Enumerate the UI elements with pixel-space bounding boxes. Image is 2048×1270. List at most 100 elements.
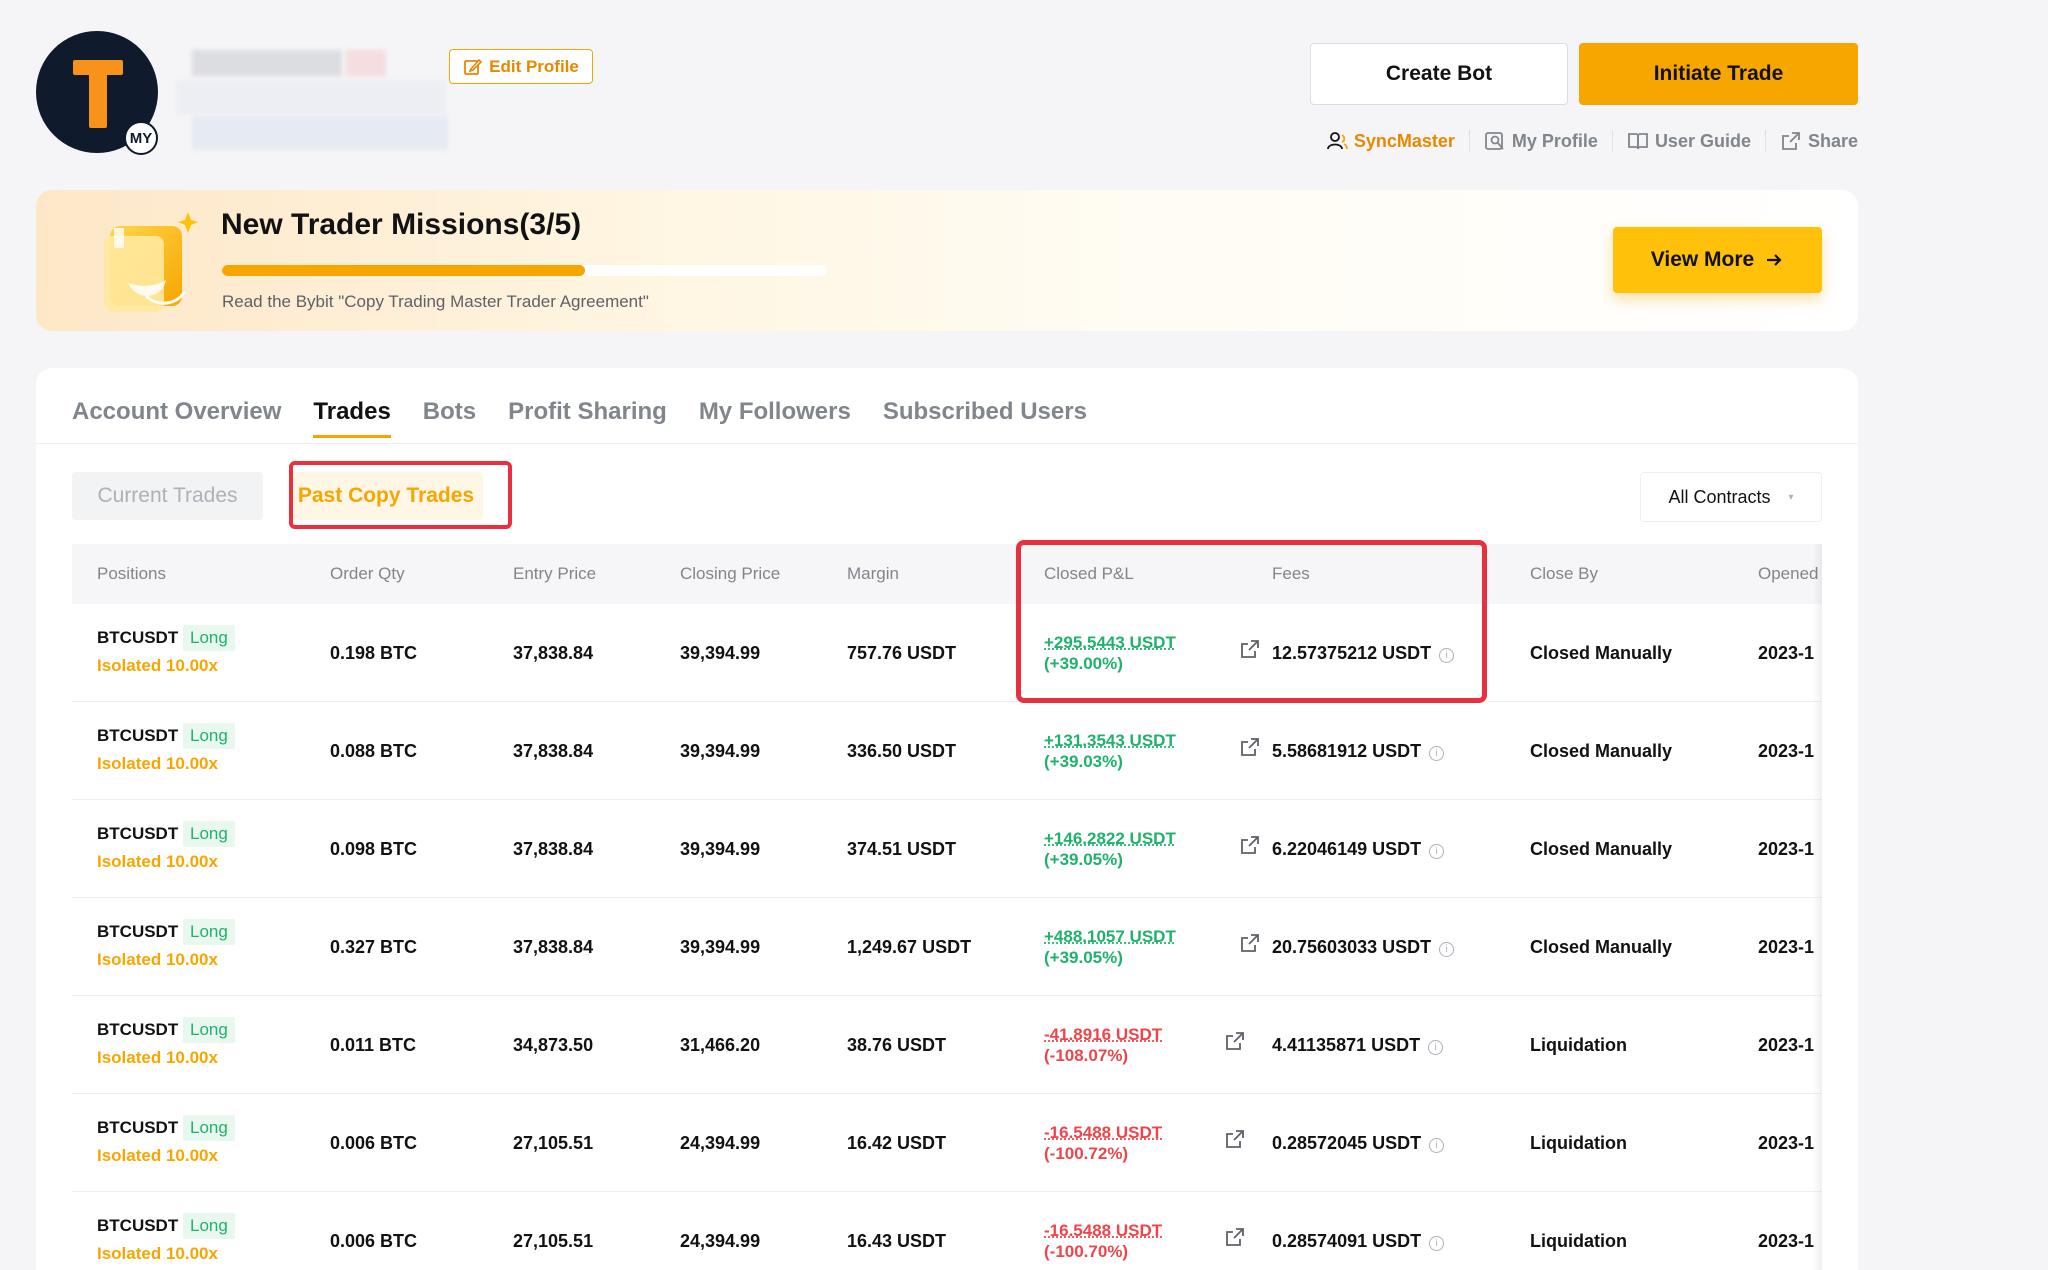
edit-profile-button[interactable]: Edit Profile <box>449 49 593 84</box>
position-side-badge: Long <box>183 821 235 847</box>
share-link[interactable]: Share <box>1764 130 1858 152</box>
opened-time: 2023-1 <box>1758 1035 1815 1055</box>
position-side-badge: Long <box>183 625 235 651</box>
edit-profile-label: Edit Profile <box>489 56 579 76</box>
initiate-trade-button[interactable]: Initiate Trade <box>1579 43 1858 105</box>
order-qty: 0.011 BTC <box>330 1035 417 1055</box>
close-by: Closed Manually <box>1530 741 1673 761</box>
closed-pnl-amount: +146.2822 USDT <box>1044 829 1176 848</box>
closed-pnl-percent: (-100.72%) <box>1044 1144 1129 1163</box>
share-pnl-icon[interactable] <box>1239 834 1261 856</box>
close-by: Liquidation <box>1530 1035 1627 1055</box>
fees-value: 6.22046149 USDT <box>1272 839 1422 859</box>
order-qty: 0.098 BTC <box>330 839 418 859</box>
position-symbol: BTCUSDT <box>97 1020 179 1039</box>
order-qty: 0.006 BTC <box>330 1231 418 1251</box>
info-icon[interactable]: i <box>1439 648 1455 663</box>
position-symbol: BTCUSDT <box>97 1216 179 1235</box>
tab-bots[interactable]: Bots <box>423 398 476 438</box>
position-symbol: BTCUSDT <box>97 628 179 647</box>
table-row: BTCUSDT Long Isolated 10.00x 0.006 BTC 27,10… <box>72 1094 1822 1192</box>
closed-pnl: -41.8916 USDT (-108.07%) <box>1044 1024 1162 1066</box>
info-icon[interactable]: i <box>1429 844 1445 859</box>
username-redacted-accent <box>346 50 386 76</box>
col-margin: Margin <box>847 564 899 583</box>
my-profile-link[interactable]: My Profile <box>1468 130 1612 152</box>
closing-price: 39,394.99 <box>680 741 761 761</box>
entry-price: 37,838.84 <box>513 839 594 859</box>
missions-progress-fill <box>222 265 585 276</box>
col-close-by: Close By <box>1530 564 1599 583</box>
info-icon[interactable]: i <box>1429 1138 1445 1153</box>
profile-search-icon <box>1485 132 1504 150</box>
info-icon[interactable]: i <box>1428 1040 1444 1055</box>
closed-pnl: -16.5488 USDT (-100.72%) <box>1044 1122 1162 1164</box>
user-guide-link[interactable]: User Guide <box>1611 130 1765 152</box>
share-pnl-icon[interactable] <box>1224 1128 1246 1150</box>
share-pnl-icon[interactable] <box>1239 638 1261 660</box>
all-contracts-label: All Contracts <box>1668 486 1771 507</box>
all-contracts-dropdown[interactable]: All Contracts ▾ <box>1640 472 1822 522</box>
current-trades-tab[interactable]: Current Trades <box>72 472 263 520</box>
closing-price: 39,394.99 <box>680 643 761 663</box>
main-tabs: Account Overview Trades Bots Profit Shar… <box>72 398 1087 438</box>
margin: 1,249.67 USDT <box>847 937 972 957</box>
col-closed-pnl: Closed P&L <box>1044 564 1134 583</box>
fees: 5.58681912 USDT i <box>1272 702 1445 800</box>
closed-pnl-percent: (-100.70%) <box>1044 1242 1129 1261</box>
tab-subscribed-users[interactable]: Subscribed Users <box>883 398 1087 438</box>
col-order-qty: Order Qty <box>330 564 405 583</box>
position-symbol: BTCUSDT <box>97 824 179 843</box>
position-leverage: Isolated 10.00x <box>97 656 218 675</box>
missions-description: Read the Bybit "Copy Trading Master Trad… <box>222 292 649 311</box>
opened-time: 2023-1 <box>1758 1133 1815 1153</box>
position-symbol: BTCUSDT <box>97 726 179 745</box>
order-qty: 0.006 BTC <box>330 1133 418 1153</box>
caret-down-icon: ▾ <box>1788 491 1794 503</box>
past-trades-table: Positions Order Qty Entry Price Closing … <box>72 544 1822 1270</box>
closed-pnl-percent: (+39.03%) <box>1044 752 1123 771</box>
share-pnl-icon[interactable] <box>1224 1030 1246 1052</box>
info-icon[interactable]: i <box>1429 1236 1445 1251</box>
share-pnl-icon[interactable] <box>1239 736 1261 758</box>
info-icon[interactable]: i <box>1439 942 1455 957</box>
my-profile-label: My Profile <box>1511 130 1598 151</box>
fees: 4.41135871 USDT i <box>1272 996 1444 1094</box>
country-badge: MY <box>124 121 158 155</box>
closed-pnl: +131.3543 USDT (+39.03%) <box>1044 730 1176 772</box>
user-icon <box>1326 132 1348 150</box>
tab-trades[interactable]: Trades <box>313 398 392 438</box>
tab-my-followers[interactable]: My Followers <box>699 398 851 438</box>
syncmaster-link[interactable]: SyncMaster <box>1312 130 1469 152</box>
opened-time: 2023-1 <box>1758 839 1815 859</box>
create-bot-button[interactable]: Create Bot <box>1310 43 1568 105</box>
tab-profit-sharing[interactable]: Profit Sharing <box>508 398 667 438</box>
position-symbol: BTCUSDT <box>97 1118 179 1137</box>
fees-value: 5.58681912 USDT <box>1272 741 1422 761</box>
info-icon[interactable]: i <box>1429 746 1445 761</box>
opened-time: 2023-1 <box>1758 741 1815 761</box>
position-leverage: Isolated 10.00x <box>97 1146 218 1165</box>
trader-missions-banner: New Trader Missions(3/5) Read the Bybit … <box>36 190 1858 331</box>
share-pnl-icon[interactable] <box>1224 1226 1246 1248</box>
tabs-divider <box>36 443 1858 444</box>
closed-pnl-amount: +488.1057 USDT <box>1044 927 1176 946</box>
share-pnl-icon[interactable] <box>1239 932 1261 954</box>
col-opened: Opened <box>1758 564 1819 583</box>
position-side-badge: Long <box>183 1115 235 1141</box>
tab-account-overview[interactable]: Account Overview <box>72 398 281 438</box>
close-by: Liquidation <box>1530 1231 1627 1251</box>
edit-icon <box>464 58 483 75</box>
view-more-button[interactable]: View More <box>1613 227 1822 293</box>
past-copy-trades-tab[interactable]: Past Copy Trades <box>289 472 483 520</box>
margin: 757.76 USDT <box>847 643 957 663</box>
position-leverage: Isolated 10.00x <box>97 950 218 969</box>
fees: 12.57375212 USDT i <box>1272 604 1455 702</box>
fees-value: 12.57375212 USDT <box>1272 643 1432 663</box>
position-side-badge: Long <box>183 1213 235 1239</box>
closing-price: 24,394.99 <box>680 1133 761 1153</box>
col-closing-price: Closing Price <box>680 564 781 583</box>
fees: 0.28574091 USDT i <box>1272 1192 1445 1270</box>
order-qty: 0.327 BTC <box>330 937 418 957</box>
margin: 16.43 USDT <box>847 1231 947 1251</box>
